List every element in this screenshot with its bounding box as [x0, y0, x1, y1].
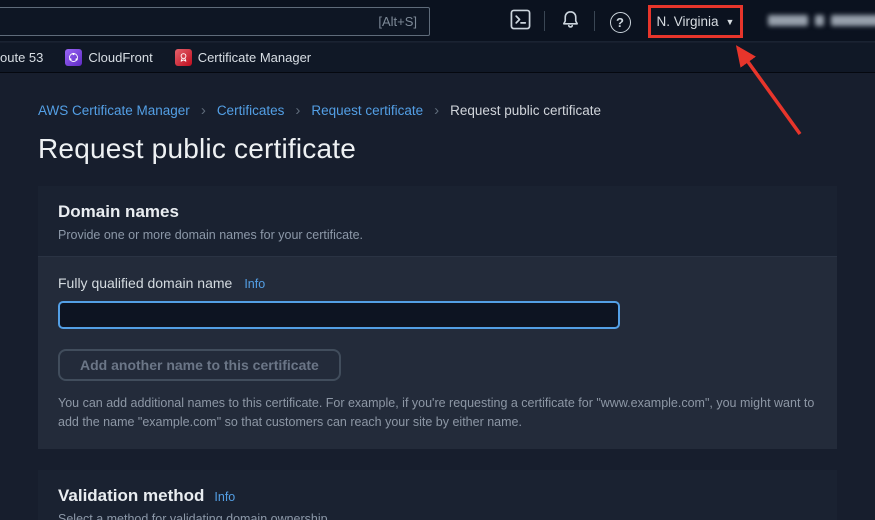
- redacted-account-text: [815, 15, 824, 26]
- domain-help-text: You can add additional names to this cer…: [58, 394, 817, 433]
- fqdn-input[interactable]: [58, 301, 620, 329]
- add-another-name-button[interactable]: Add another name to this certificate: [58, 349, 341, 381]
- redacted-account-text: [831, 15, 875, 26]
- domain-names-card-header: Domain names Provide one or more domain …: [38, 186, 837, 256]
- bell-icon: [560, 9, 581, 35]
- favorite-route53[interactable]: oute 53: [0, 50, 43, 65]
- domain-names-card: Domain names Provide one or more domain …: [38, 186, 837, 449]
- domain-names-description: Provide one or more domain names for you…: [58, 228, 817, 242]
- favorite-cloudfront[interactable]: CloudFront: [65, 49, 152, 66]
- topbar-divider: [544, 11, 545, 31]
- region-label: N. Virginia: [657, 14, 719, 29]
- help-icon: ?: [610, 12, 631, 33]
- breadcrumb-certificates[interactable]: Certificates: [217, 103, 285, 118]
- page-title: Request public certificate: [38, 133, 837, 165]
- fqdn-info-link[interactable]: Info: [244, 277, 265, 291]
- aws-console-screen: [Alt+S] ? N.: [0, 0, 875, 520]
- cloudshell-icon: [510, 9, 531, 35]
- global-search-input[interactable]: [Alt+S]: [0, 7, 430, 36]
- certificate-manager-icon: [175, 49, 192, 66]
- domain-names-title: Domain names: [58, 202, 179, 221]
- breadcrumb-request-certificate[interactable]: Request certificate: [311, 103, 423, 118]
- breadcrumb-current: Request public certificate: [450, 103, 601, 118]
- main-content: AWS Certificate Manager › Certificates ›…: [0, 73, 875, 520]
- cloudshell-button[interactable]: [508, 10, 532, 34]
- cloudfront-icon: [65, 49, 82, 66]
- validation-method-card: Validation method Info Select a method f…: [38, 470, 837, 520]
- redacted-account-text: [768, 15, 808, 26]
- favorite-certificate-manager[interactable]: Certificate Manager: [175, 49, 311, 66]
- validation-method-title: Validation method: [58, 486, 204, 506]
- breadcrumb-separator-icon: ›: [201, 103, 206, 118]
- account-menu[interactable]: [768, 15, 875, 26]
- breadcrumb-separator-icon: ›: [434, 103, 439, 118]
- breadcrumb-separator-icon: ›: [295, 103, 300, 118]
- region-selector[interactable]: N. Virginia ▼: [648, 5, 743, 38]
- validation-info-link[interactable]: Info: [214, 490, 235, 504]
- validation-method-card-header: Validation method Info Select a method f…: [38, 470, 837, 520]
- favorites-bar: oute 53 CloudFront Certificate Manag: [0, 43, 875, 73]
- breadcrumb: AWS Certificate Manager › Certificates ›…: [38, 103, 837, 118]
- domain-names-card-body: Fully qualified domain name Info Add ano…: [38, 256, 837, 449]
- validation-method-description: Select a method for validating domain ow…: [58, 512, 817, 520]
- topbar-divider: [594, 11, 595, 31]
- search-shortcut-hint: [Alt+S]: [378, 14, 417, 29]
- top-navigation-bar: [Alt+S] ? N.: [0, 0, 875, 42]
- notifications-button[interactable]: [558, 10, 582, 34]
- breadcrumb-acm[interactable]: AWS Certificate Manager: [38, 103, 190, 118]
- chevron-down-icon: ▼: [726, 17, 735, 27]
- fqdn-label: Fully qualified domain name: [58, 275, 232, 291]
- help-button[interactable]: ?: [608, 10, 632, 34]
